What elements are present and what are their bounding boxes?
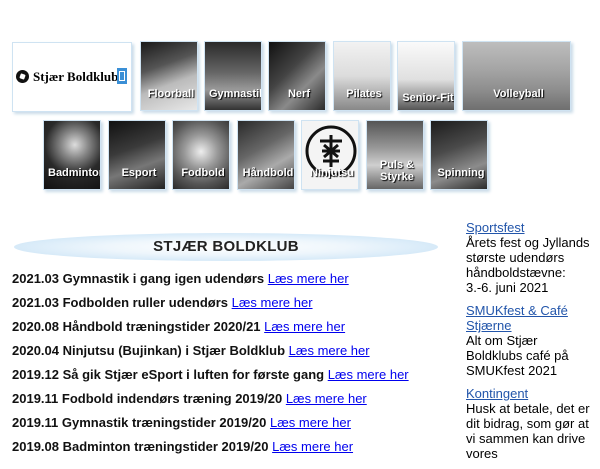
tile-fodbold[interactable]: Fodbold [172, 120, 230, 190]
sidebar: Sportsfest Årets fest og Jyllands størst… [466, 220, 594, 469]
tile-label: Senior-Fit [402, 92, 454, 104]
news-text: 2019.11 Fodbold indendørs træning 2019/2… [12, 391, 283, 406]
tile-nerf[interactable]: Nerf [268, 41, 326, 111]
tile-label: Spinning [437, 167, 485, 179]
news-item: 2019.11 Fodbold indendørs træning 2019/2… [12, 390, 452, 414]
crest-icon [117, 68, 127, 84]
club-name: Stjær Boldklub [33, 69, 119, 84]
read-more-link[interactable]: Læs mere her [232, 295, 313, 310]
tile-label: Gymnastik [209, 88, 261, 100]
club-logo[interactable]: Stjær Boldklub [12, 42, 132, 112]
tile-label: Håndbold [242, 167, 294, 179]
tile-label: Floorball [147, 88, 195, 100]
tile-gymnastik[interactable]: Gymnastik [204, 41, 262, 111]
sidebar-link[interactable]: Kontingent [466, 386, 594, 401]
sidebar-link[interactable]: Sportsfest [466, 220, 594, 235]
sidebar-text: Årets fest og Jyllands største udendørs … [466, 235, 590, 295]
read-more-link[interactable]: Læs mere her [264, 319, 345, 334]
news-item: 2019.12 Så gik Stjær eSport i luften for… [12, 366, 452, 390]
read-more-link[interactable]: Læs mere her [286, 391, 367, 406]
tile-puls-styrke[interactable]: Puls & Styrke [366, 120, 424, 190]
read-more-link[interactable]: Læs mere her [268, 271, 349, 286]
news-text: 2021.03 Gymnastik i gang igen udendørs [12, 271, 265, 286]
football-icon [16, 70, 29, 83]
read-more-link[interactable]: Læs mere her [328, 367, 409, 382]
sidebar-item-smukfest: SMUKfest & Café Stjærne Alt om Stjær Bol… [466, 303, 594, 378]
read-more-link[interactable]: Læs mere her [270, 415, 351, 430]
tile-label: Volleyball [493, 88, 544, 100]
ninjutsu-emblem-icon [305, 125, 357, 177]
tile-label: Nerf [287, 88, 310, 100]
sidebar-text: Husk at betale, det er dit bidrag, som g… [466, 401, 590, 461]
news-list: 2021.03 Gymnastik i gang igen udendørs L… [12, 270, 452, 462]
sidebar-link[interactable]: SMUKfest & Café Stjærne [466, 303, 594, 333]
tile-label: Fodbold [181, 167, 225, 179]
tile-label: Badminton [48, 167, 100, 179]
tile-label: Pilates [346, 88, 382, 100]
tile-floorball[interactable]: Floorball [140, 41, 198, 111]
news-text: 2020.04 Ninjutsu (Bujinkan) i Stjær Bold… [12, 343, 286, 358]
tile-senior-fit[interactable]: Senior-Fit [397, 41, 455, 111]
news-text: 2019.08 Badminton træningstider 2019/20 [12, 439, 269, 454]
tile-volleyball[interactable]: Volleyball [462, 41, 571, 111]
news-item: 2019.08 Badminton træningstider 2019/20 … [12, 438, 452, 462]
tile-label: Puls & Styrke [379, 159, 415, 183]
news-item: 2020.04 Ninjutsu (Bujinkan) i Stjær Bold… [12, 342, 452, 366]
news-item: 2021.03 Gymnastik i gang igen udendørs L… [12, 270, 452, 294]
news-text: 2021.03 Fodbolden ruller udendørs [12, 295, 228, 310]
tile-handbold[interactable]: Håndbold [237, 120, 295, 190]
sidebar-item-sportsfest: Sportsfest Årets fest og Jyllands størst… [466, 220, 594, 295]
tile-esport[interactable]: Esport [108, 120, 166, 190]
sidebar-text: Alt om Stjær Boldklubs café på SMUKfest … [466, 333, 569, 378]
section-banner: STJÆR BOLDKLUB [14, 233, 438, 261]
read-more-link[interactable]: Læs mere her [272, 439, 353, 454]
read-more-link[interactable]: Læs mere her [289, 343, 370, 358]
banner-title: STJÆR BOLDKLUB [153, 238, 299, 255]
news-item: 2021.03 Fodbolden ruller udendørs Læs me… [12, 294, 452, 318]
tile-label: Esport [121, 167, 157, 179]
news-item: 2020.08 Håndbold træningstider 2020/21 L… [12, 318, 452, 342]
news-item: 2019.11 Gymnastik træningstider 2019/20 … [12, 414, 452, 438]
tile-ninjutsu[interactable]: Ninjutsu [301, 120, 359, 190]
news-text: 2019.11 Gymnastik træningstider 2019/20 [12, 415, 267, 430]
news-text: 2020.08 Håndbold træningstider 2020/21 [12, 319, 261, 334]
tile-spinning[interactable]: Spinning [430, 120, 488, 190]
tile-label: Ninjutsu [310, 167, 354, 179]
tile-badminton[interactable]: Badminton [43, 120, 101, 190]
tile-pilates[interactable]: Pilates [333, 41, 391, 111]
news-text: 2019.12 Så gik Stjær eSport i luften for… [12, 367, 325, 382]
